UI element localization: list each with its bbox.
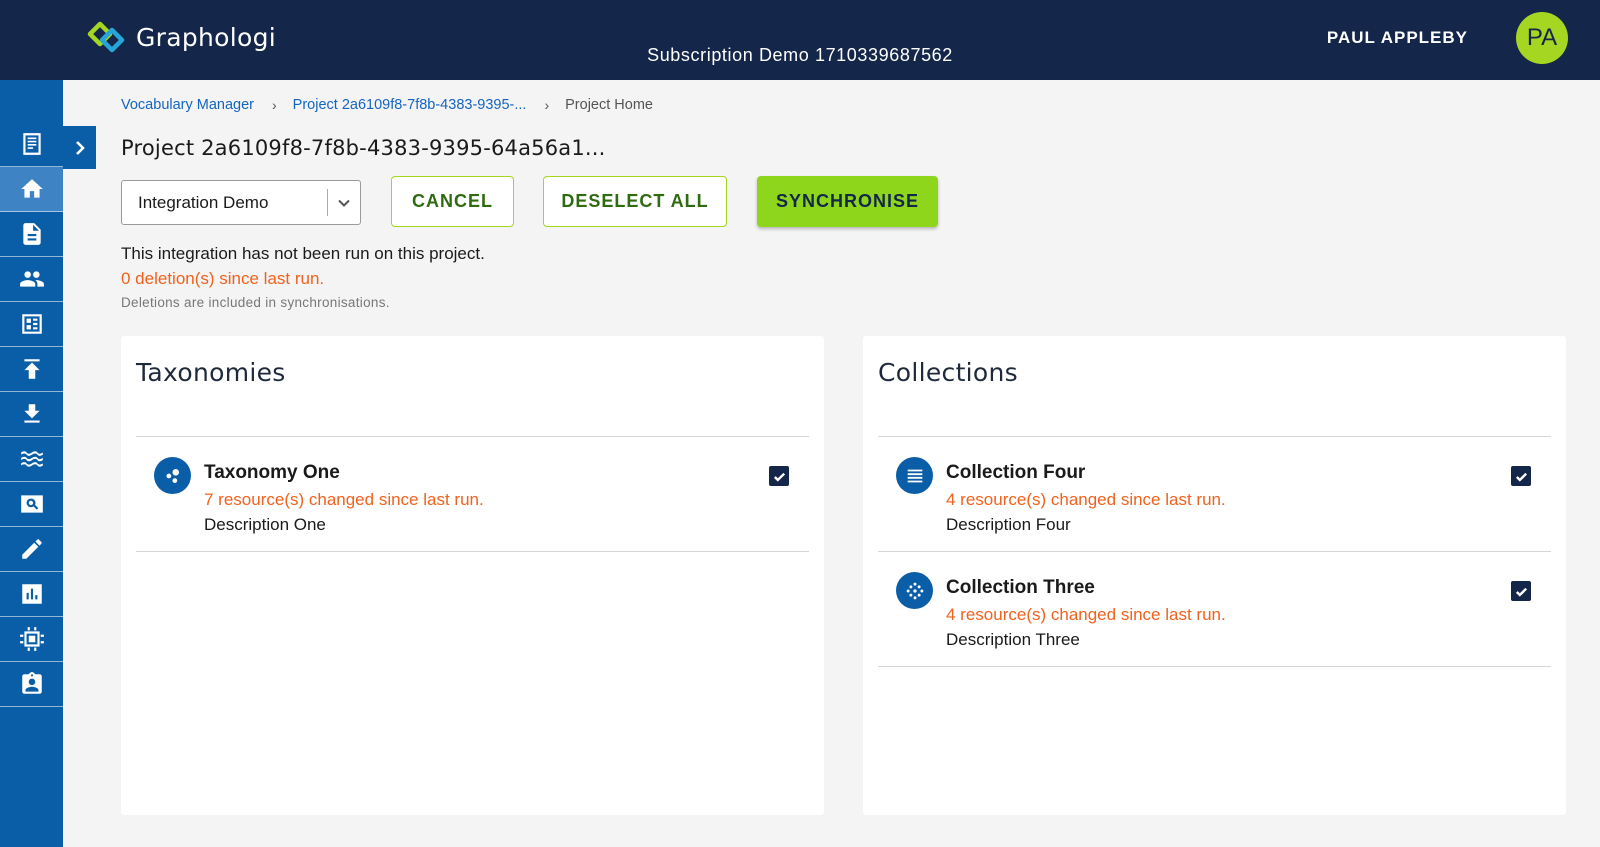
integration-select-value: Integration Demo <box>138 192 269 212</box>
top-bar: Graphologi Subscription Demo 17103396875… <box>0 0 1600 80</box>
list-item[interactable]: Collection Three 4 resource(s) changed s… <box>878 552 1551 667</box>
download-icon <box>23 404 40 423</box>
sidebar-item-reports[interactable] <box>0 572 63 617</box>
bar-chart-icon <box>21 584 42 604</box>
document-list-icon <box>22 133 41 155</box>
chevron-down-icon <box>338 199 350 207</box>
avatar[interactable]: PA <box>1516 12 1568 64</box>
deletions-note: Deletions are included in synchronisatio… <box>121 295 390 310</box>
file-icon <box>22 223 41 245</box>
item-description: Description Four <box>946 515 1071 534</box>
breadcrumb: Vocabulary Manager › Project 2a6109f8-7f… <box>121 97 653 113</box>
taxonomy-icon <box>154 457 191 494</box>
subscription-title: Subscription Demo 1710339687562 <box>0 45 1600 66</box>
integration-select[interactable]: Integration Demo <box>121 180 361 225</box>
collections-card: Collections Collection Four 4 resource(s… <box>863 336 1566 815</box>
check-icon <box>773 472 785 482</box>
sidebar-item-documents[interactable] <box>0 122 63 167</box>
sidebar-item-search[interactable] <box>0 482 63 527</box>
waves-icon <box>20 451 43 467</box>
collection-icon <box>896 457 933 494</box>
sidebar-item-file[interactable] <box>0 212 63 257</box>
sidebar-item-dashboard[interactable] <box>0 302 63 347</box>
people-icon <box>19 271 44 287</box>
check-icon <box>1515 472 1527 482</box>
dashboard-icon <box>21 314 42 334</box>
taxonomies-title: Taxonomies <box>136 358 286 387</box>
chip-icon <box>19 627 44 651</box>
item-name: Collection Three <box>946 577 1095 598</box>
item-changed-text: 4 resource(s) changed since last run. <box>946 490 1226 509</box>
list-item[interactable]: Collection Four 4 resource(s) changed si… <box>878 437 1551 552</box>
sidebar-expand-button[interactable] <box>63 126 96 169</box>
breadcrumb-separator-icon: › <box>272 97 277 113</box>
breadcrumb-current: Project Home <box>565 97 653 113</box>
pencil-icon <box>21 539 42 559</box>
sidebar-item-people[interactable] <box>0 257 63 302</box>
collections-title: Collections <box>878 358 1018 387</box>
breadcrumb-separator-icon: › <box>544 97 550 113</box>
sidebar-item-profile[interactable] <box>0 662 63 707</box>
sidebar-item-download[interactable] <box>0 392 63 437</box>
breadcrumb-vocabulary-manager[interactable]: Vocabulary Manager <box>121 97 254 113</box>
select-chevron <box>328 195 360 211</box>
badge-icon <box>21 672 42 694</box>
chevron-right-icon <box>75 140 85 155</box>
circles-icon <box>165 468 179 483</box>
check-icon <box>1515 587 1527 597</box>
sidebar <box>0 80 63 847</box>
taxonomies-card: Taxonomies Taxonomy One 7 resource(s) ch… <box>121 336 824 815</box>
item-checkbox[interactable] <box>1511 581 1531 601</box>
sidebar-item-home[interactable] <box>0 167 63 212</box>
sidebar-item-waves[interactable] <box>0 437 63 482</box>
home-icon <box>20 179 43 198</box>
dots-icon <box>906 582 923 599</box>
cancel-button[interactable]: CANCEL <box>391 176 514 227</box>
list-item[interactable]: Taxonomy One 7 resource(s) changed since… <box>136 437 809 552</box>
user-name[interactable]: PAUL APPLEBY <box>1327 28 1468 48</box>
deselect-all-button[interactable]: DESELECT ALL <box>543 176 727 227</box>
item-description: Description Three <box>946 630 1080 649</box>
upload-icon <box>23 359 40 379</box>
sidebar-item-upload[interactable] <box>0 347 63 392</box>
search-screen-icon <box>20 495 43 513</box>
run-status-text: This integration has not been run on thi… <box>121 244 485 263</box>
breadcrumb-project[interactable]: Project 2a6109f8-7f8b-4383-9395-... <box>293 97 527 113</box>
item-checkbox[interactable] <box>1511 466 1531 486</box>
synchronise-button[interactable]: SYNCHRONISE <box>757 176 938 227</box>
collection-icon <box>896 572 933 609</box>
item-changed-text: 4 resource(s) changed since last run. <box>946 605 1226 624</box>
item-description: Description One <box>204 515 326 534</box>
item-name: Taxonomy One <box>204 462 340 483</box>
item-changed-text: 7 resource(s) changed since last run. <box>204 490 484 509</box>
item-checkbox[interactable] <box>769 466 789 486</box>
subscription-label: Subscription Demo 1710339687562 <box>647 45 953 65</box>
deletions-count-text: 0 deletion(s) since last run. <box>121 269 325 288</box>
item-name: Collection Four <box>946 462 1086 483</box>
page-title: Project 2a6109f8-7f8b-4383-9395-64a56a1.… <box>121 136 606 160</box>
sidebar-item-edit[interactable] <box>0 527 63 572</box>
lines-icon <box>907 469 922 482</box>
sidebar-item-integrations[interactable] <box>0 617 63 662</box>
